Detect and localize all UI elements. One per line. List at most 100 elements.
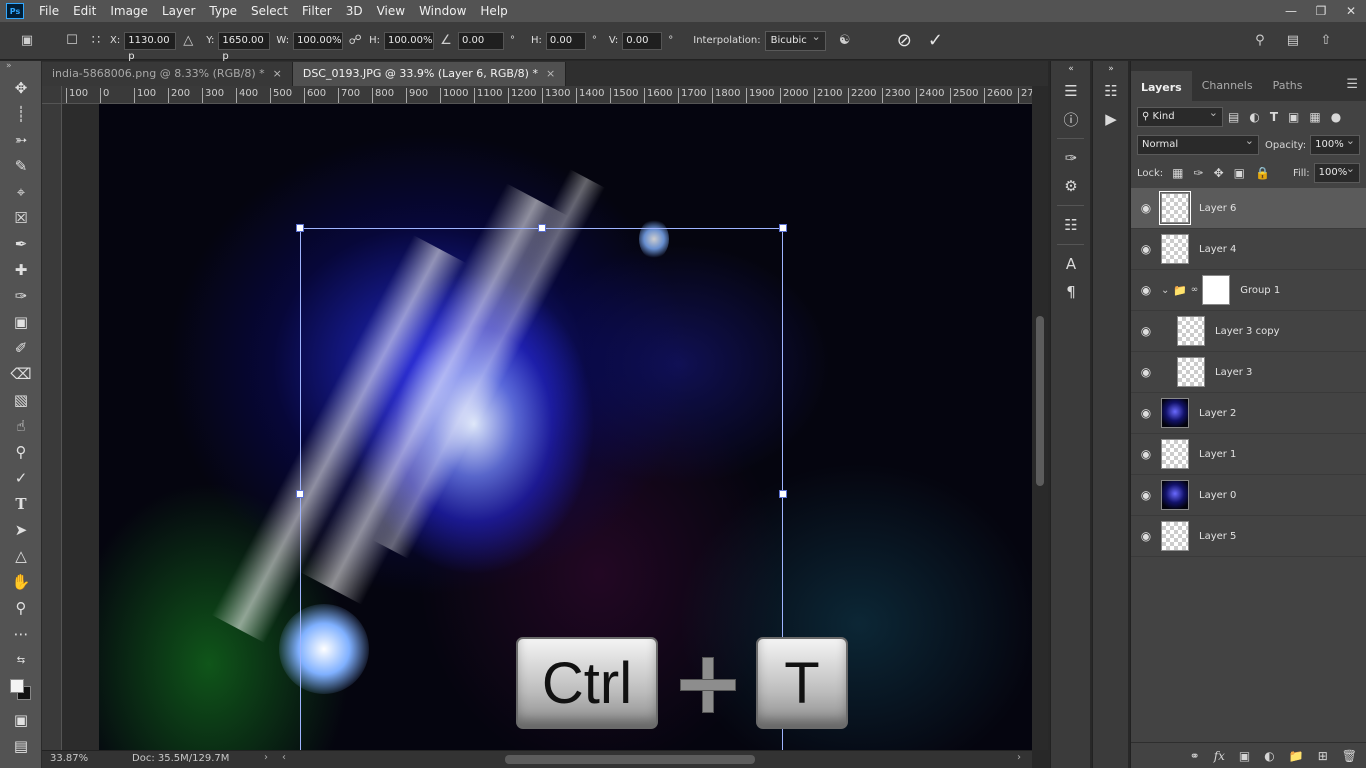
menu-window[interactable]: Window (412, 0, 473, 22)
dodge-icon[interactable]: ⚲ (0, 439, 42, 465)
link-icon[interactable]: ☍ (346, 32, 364, 50)
mask-link-icon[interactable]: ∞ (1191, 285, 1199, 295)
properties-icon[interactable]: ⚙ (1051, 172, 1091, 200)
stamp-icon[interactable]: ▣ (0, 309, 42, 335)
y-field[interactable]: 1650.00 p (218, 31, 271, 62)
pen-icon[interactable]: ✓ (0, 465, 42, 491)
lasso-icon[interactable]: ➳ (0, 127, 42, 153)
cancel-icon[interactable]: ⊘ (897, 30, 912, 51)
quick-mask-icon[interactable]: ▣ (0, 707, 42, 733)
add-mask-icon[interactable]: ▣ (1239, 749, 1250, 763)
chevron-down-icon[interactable]: ⌄ (1161, 285, 1173, 296)
filter-smart-icon[interactable]: ▦ (1309, 110, 1320, 124)
delta-icon[interactable]: △ (179, 32, 197, 50)
swap-colors-icon[interactable]: ⇆ (0, 647, 42, 673)
eye-icon[interactable]: ◉ (1131, 529, 1161, 543)
layer-name[interactable]: Layer 4 (1199, 244, 1236, 255)
close-icon[interactable]: × (273, 67, 282, 80)
type-icon[interactable]: T (0, 491, 42, 517)
smudge-icon[interactable]: ☝ (0, 413, 42, 439)
collapse-icon[interactable]: « (1051, 61, 1091, 77)
healing-icon[interactable]: ✚ (0, 257, 42, 283)
eraser-icon[interactable]: ⌫ (0, 361, 42, 387)
eyedropper-icon[interactable]: ✒ (0, 231, 42, 257)
reference-point-icon[interactable]: ∷ (87, 32, 105, 50)
layer-row-layer-4[interactable]: ◉ Layer 4 (1131, 229, 1366, 270)
collapse-icon[interactable]: » (1093, 61, 1129, 77)
menu-type[interactable]: Type (202, 0, 244, 22)
layer-style-icon[interactable]: fx (1214, 749, 1225, 763)
layer-name[interactable]: Layer 0 (1199, 490, 1236, 501)
search-icon[interactable]: ⚲ (1251, 32, 1269, 50)
tab-dsc0193[interactable]: DSC_0193.JPG @ 33.9% (Layer 6, RGB/8) * × (292, 62, 567, 86)
history-brush-icon[interactable]: ✐ (0, 335, 42, 361)
layer-row-group-1[interactable]: ◉ ⌄ 📁 ∞ Group 1 (1131, 270, 1366, 311)
filter-image-icon[interactable]: ▤ (1228, 110, 1239, 124)
vertical-scrollbar[interactable] (1032, 86, 1048, 750)
filter-adjustment-icon[interactable]: ◐ (1249, 110, 1259, 124)
toolbar-collapse-icon[interactable]: » (0, 61, 41, 75)
filter-kind-select[interactable]: ⚲ Kind (1137, 104, 1223, 127)
commit-icon[interactable]: ✓ (928, 30, 943, 51)
menu-edit[interactable]: Edit (66, 0, 103, 22)
scroll-thumb[interactable] (1036, 316, 1044, 486)
actions-play-icon[interactable]: ▶ (1093, 105, 1129, 133)
layer-row-layer-3-copy[interactable]: ◉ Layer 3 copy (1131, 311, 1366, 352)
tab-paths[interactable]: Paths (1263, 71, 1313, 101)
delete-layer-icon[interactable]: 🗑 (1342, 749, 1357, 763)
menu-image[interactable]: Image (103, 0, 155, 22)
opacity-field[interactable]: 100% (1310, 132, 1360, 155)
menu-select[interactable]: Select (244, 0, 295, 22)
adjustments-icon[interactable]: ☰ (1051, 77, 1091, 105)
filter-toggle-icon[interactable]: ● (1331, 110, 1341, 124)
close-icon[interactable]: × (546, 67, 555, 80)
link-layers-icon[interactable]: ⚭ (1190, 749, 1200, 763)
menu-layer[interactable]: Layer (155, 0, 202, 22)
zoom-level[interactable]: 33.87% (50, 753, 88, 764)
shape-icon[interactable]: △ (0, 543, 42, 569)
vertical-ruler[interactable] (42, 104, 62, 750)
new-group-icon[interactable]: 📁 (1289, 749, 1304, 763)
transform-handle-t[interactable] (538, 224, 546, 232)
close-icon[interactable]: ✕ (1336, 0, 1366, 22)
interpolation-select[interactable]: Bicubic (764, 28, 826, 51)
fill-field[interactable]: 100% (1313, 160, 1360, 183)
lock-position-icon[interactable]: ✥ (1214, 166, 1224, 180)
scroll-left-icon[interactable]: ‹ (282, 752, 286, 763)
panel-menu-icon[interactable]: ☰ (1346, 77, 1358, 92)
h-field[interactable]: 100.00% (383, 31, 434, 50)
vskew-field[interactable]: 0.00 (622, 31, 663, 50)
lock-transparency-icon[interactable]: ▦ (1172, 166, 1183, 180)
angle-field[interactable]: 0.00 (457, 31, 504, 50)
eye-icon[interactable]: ◉ (1131, 447, 1161, 461)
minimize-icon[interactable]: — (1276, 0, 1306, 22)
x-field[interactable]: 1130.00 p (124, 31, 177, 62)
paragraph-icon[interactable]: ¶ (1051, 278, 1091, 306)
info-icon[interactable]: ⓘ (1051, 105, 1091, 133)
new-layer-icon[interactable]: ⊞ (1318, 749, 1328, 763)
layer-name[interactable]: Layer 2 (1199, 408, 1236, 419)
layer-name[interactable]: Layer 5 (1199, 531, 1236, 542)
filter-type-icon[interactable]: T (1270, 110, 1278, 124)
restore-icon[interactable]: ❐ (1306, 0, 1336, 22)
filter-shape-icon[interactable]: ▣ (1288, 110, 1299, 124)
checkbox-icon[interactable]: ☐ (63, 32, 81, 50)
eye-icon[interactable]: ◉ (1131, 242, 1161, 256)
hskew-field[interactable]: 0.00 (545, 31, 586, 50)
eye-icon[interactable]: ◉ (1131, 324, 1161, 338)
transform-handle-tl[interactable] (296, 224, 304, 232)
marquee-icon[interactable]: ┊ (0, 101, 42, 127)
scroll-right-icon[interactable]: › (1017, 752, 1021, 763)
menu-file[interactable]: File (32, 0, 66, 22)
layer-row-layer-5[interactable]: ◉ Layer 5 (1131, 516, 1366, 557)
layer-name[interactable]: Layer 3 (1215, 367, 1252, 378)
history-icon[interactable]: ☷ (1093, 77, 1129, 105)
tab-channels[interactable]: Channels (1192, 71, 1263, 101)
eye-icon[interactable]: ◉ (1131, 488, 1161, 502)
eye-icon[interactable]: ◉ (1131, 406, 1161, 420)
quick-select-icon[interactable]: ✎ (0, 153, 42, 179)
workspace-icon[interactable]: ▤ (1284, 32, 1302, 50)
lock-all-icon[interactable]: 🔒 (1255, 166, 1270, 180)
crop-icon[interactable]: ⌖ (0, 179, 42, 205)
layer-row-layer-3[interactable]: ◉ Layer 3 (1131, 352, 1366, 393)
